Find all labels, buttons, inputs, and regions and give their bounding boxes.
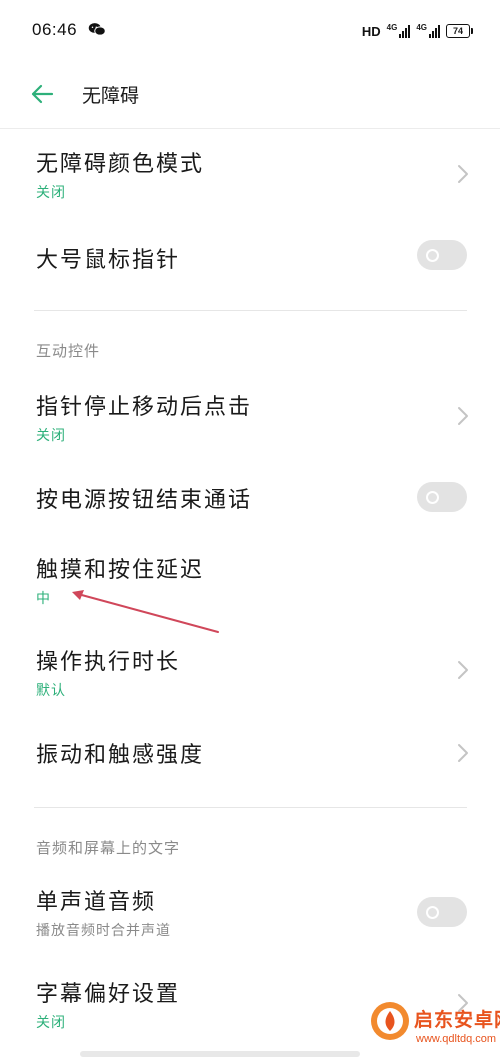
row-title: 无障碍颜色模式 bbox=[36, 152, 205, 177]
mono-audio-row[interactable]: 单声道音频 播放音频时合并声道 bbox=[0, 880, 500, 955]
wechat-icon bbox=[88, 23, 106, 36]
row-title: 操作执行时长 bbox=[36, 650, 181, 675]
large-pointer-row[interactable]: 大号鼠标指针 bbox=[0, 230, 500, 290]
toggle-knob bbox=[426, 249, 439, 262]
battery-level: 74 bbox=[452, 26, 463, 36]
gesture-bar-hint bbox=[80, 1051, 360, 1057]
mono-audio-toggle[interactable] bbox=[417, 897, 467, 927]
status-indicators: HD 4G 4G 74 bbox=[361, 20, 473, 42]
status-time: 06:46 bbox=[32, 20, 78, 39]
row-title: 按电源按钮结束通话 bbox=[36, 488, 253, 513]
row-subtitle: 中 bbox=[36, 591, 51, 607]
hd-badge: HD bbox=[361, 23, 381, 39]
signal-icon-2: 4G bbox=[416, 24, 440, 38]
row-title: 指针停止移动后点击 bbox=[36, 395, 253, 420]
row-subtitle: 默认 bbox=[36, 683, 66, 699]
watermark-logo-icon bbox=[371, 1002, 409, 1040]
page-title: 无障碍 bbox=[82, 85, 140, 107]
row-title: 单声道音频 bbox=[36, 890, 157, 915]
color-mode-row[interactable]: 无障碍颜色模式 关闭 bbox=[0, 140, 500, 220]
header-divider bbox=[0, 128, 500, 129]
section-divider bbox=[34, 310, 467, 311]
row-title: 字幕偏好设置 bbox=[36, 982, 181, 1007]
toggle-knob bbox=[426, 906, 439, 919]
page-header: 无障碍 bbox=[0, 62, 500, 126]
signal-icon: 4G bbox=[387, 24, 411, 38]
status-bar: 06:46 HD 4G 4G 74 bbox=[0, 0, 500, 60]
watermark-name: 启东安卓网 bbox=[414, 1009, 500, 1031]
chevron-right-icon bbox=[458, 165, 468, 183]
chevron-right-icon bbox=[458, 407, 468, 425]
row-subtitle: 播放音频时合并声道 bbox=[36, 923, 171, 939]
touch-hold-delay-row[interactable]: 触摸和按住延迟 中 bbox=[0, 548, 500, 618]
row-title: 大号鼠标指针 bbox=[36, 248, 181, 273]
back-arrow-icon[interactable] bbox=[28, 80, 56, 108]
large-pointer-toggle[interactable] bbox=[417, 240, 467, 270]
power-end-call-row[interactable]: 按电源按钮结束通话 bbox=[0, 470, 500, 530]
power-end-call-toggle[interactable] bbox=[417, 482, 467, 512]
toggle-knob bbox=[426, 491, 439, 504]
row-subtitle: 关闭 bbox=[36, 1015, 66, 1031]
chevron-right-icon bbox=[458, 744, 468, 762]
chevron-right-icon bbox=[458, 661, 468, 679]
row-subtitle: 关闭 bbox=[36, 185, 66, 201]
battery-icon: 74 bbox=[446, 24, 473, 38]
watermark-url: www.qdltdq.com bbox=[416, 1033, 497, 1045]
dwell-click-row[interactable]: 指针停止移动后点击 关闭 bbox=[0, 385, 500, 465]
network-type-2: 4G bbox=[416, 23, 427, 32]
watermark: 启东安卓网 www.qdltdq.com bbox=[364, 993, 500, 1055]
section-header-audio: 音频和屏幕上的文字 bbox=[36, 839, 181, 857]
vibration-strength-row[interactable]: 振动和触感强度 bbox=[0, 725, 500, 785]
network-type-1: 4G bbox=[386, 23, 398, 32]
section-header-interaction: 互动控件 bbox=[36, 342, 101, 360]
row-title: 触摸和按住延迟 bbox=[36, 558, 205, 583]
action-duration-row[interactable]: 操作执行时长 默认 bbox=[0, 640, 500, 720]
section-divider bbox=[34, 807, 467, 808]
row-title: 振动和触感强度 bbox=[36, 743, 205, 768]
row-subtitle: 关闭 bbox=[36, 428, 66, 444]
